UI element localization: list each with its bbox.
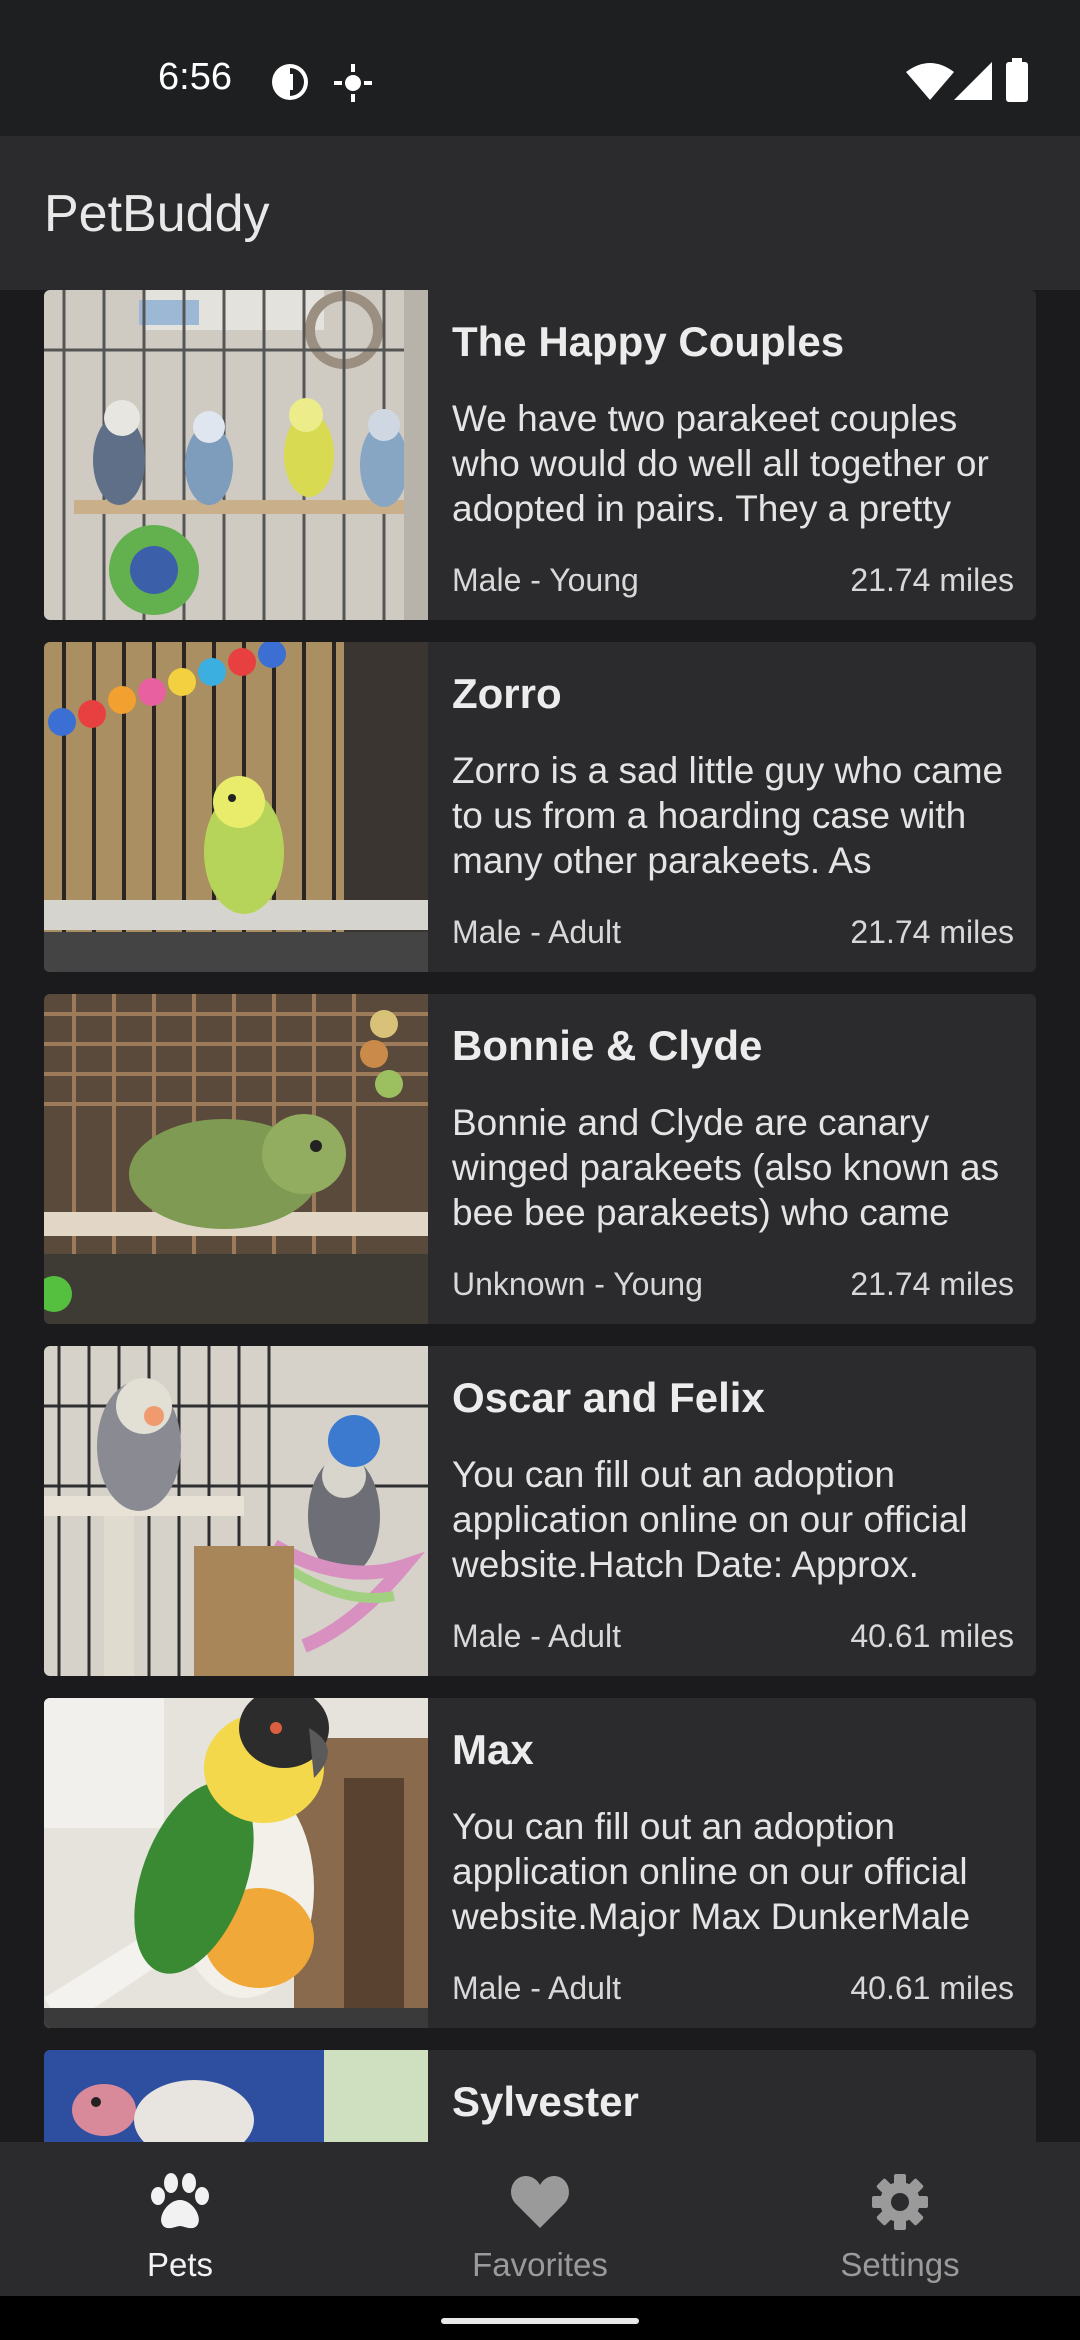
app-title: PetBuddy [44, 185, 270, 243]
pet-photo [44, 1698, 428, 2028]
pet-description: We have two parakeet couples who would d… [452, 398, 989, 529]
pet-name: Sylvester [452, 2078, 639, 2125]
heart-icon [511, 2176, 569, 2228]
pet-photo [44, 2050, 428, 2142]
pet-name: Zorro [452, 670, 562, 717]
nav-label-settings: Settings [840, 2246, 960, 2283]
nav-item-settings[interactable]: Settings [720, 2142, 1080, 2296]
pet-description: Bonnie and Clyde are canary winged parak… [452, 1102, 1000, 1233]
pet-photo [44, 290, 428, 620]
pet-card[interactable]: The Happy Couples We have two parakeet c… [44, 290, 1036, 620]
app-bar: PetBuddy [0, 136, 1080, 290]
pet-gender-age: Unknown - Young [452, 1266, 703, 1302]
pet-gender-age: Male - Adult [452, 1970, 621, 2006]
pet-description: You can fill out an adoption application… [452, 1454, 968, 1585]
pet-card[interactable]: Oscar and Felix You can fill out an adop… [44, 1346, 1036, 1676]
pet-distance: 21.74 miles [850, 1266, 1014, 1302]
battery-icon [1006, 58, 1028, 102]
pet-card[interactable]: Max You can fill out an adoption applica… [44, 1698, 1036, 2028]
nav-item-pets[interactable]: Pets [0, 2142, 360, 2296]
nav-label-favorites: Favorites [472, 2246, 608, 2283]
gear-icon [872, 2174, 928, 2230]
pet-description: You can fill out an adoption application… [452, 1806, 971, 1937]
paw-icon [151, 2173, 209, 2229]
pet-distance: 21.74 miles [850, 914, 1014, 950]
wifi-icon [906, 63, 954, 100]
pet-gender-age: Male - Young [452, 562, 639, 598]
status-time: 6:56 [158, 56, 232, 98]
data-saver-icon [272, 64, 308, 100]
pet-distance: 21.74 miles [850, 562, 1014, 598]
pet-description: Zorro is a sad little guy who came to us… [452, 750, 1004, 881]
bottom-navigation: Pets Favorites Settings [0, 2142, 1080, 2296]
pet-name: The Happy Couples [452, 318, 845, 365]
pet-photo [44, 994, 428, 1324]
pet-card[interactable]: Zorro Zorro is a sad little guy who came… [44, 642, 1036, 972]
pet-name: Bonnie & Clyde [452, 1022, 763, 1069]
status-bar: 6:56 [0, 0, 1080, 136]
pet-gender-age: Male - Adult [452, 1618, 621, 1654]
screen: 6:56 PetBuddy The Happy Couples We have … [0, 0, 1080, 2340]
pet-distance: 40.61 miles [850, 1618, 1014, 1654]
nav-label-pets: Pets [146, 2246, 214, 2283]
pet-list[interactable]: The Happy Couples We have two parakeet c… [0, 290, 1080, 2142]
home-indicator[interactable] [441, 2318, 639, 2324]
location-icon [334, 64, 372, 102]
pet-distance: 40.61 miles [850, 1970, 1014, 2006]
pet-name: Max [452, 1726, 534, 1773]
pet-card[interactable]: Bonnie & Clyde Bonnie and Clyde are cana… [44, 994, 1036, 1324]
nav-item-favorites[interactable]: Favorites [360, 2142, 720, 2296]
pet-photo [44, 642, 428, 972]
pet-card[interactable]: Sylvester [44, 2050, 1036, 2142]
pet-name: Oscar and Felix [452, 1374, 765, 1421]
signal-icon [954, 62, 992, 100]
pet-gender-age: Male - Adult [452, 914, 621, 950]
pet-photo [44, 1346, 428, 1676]
